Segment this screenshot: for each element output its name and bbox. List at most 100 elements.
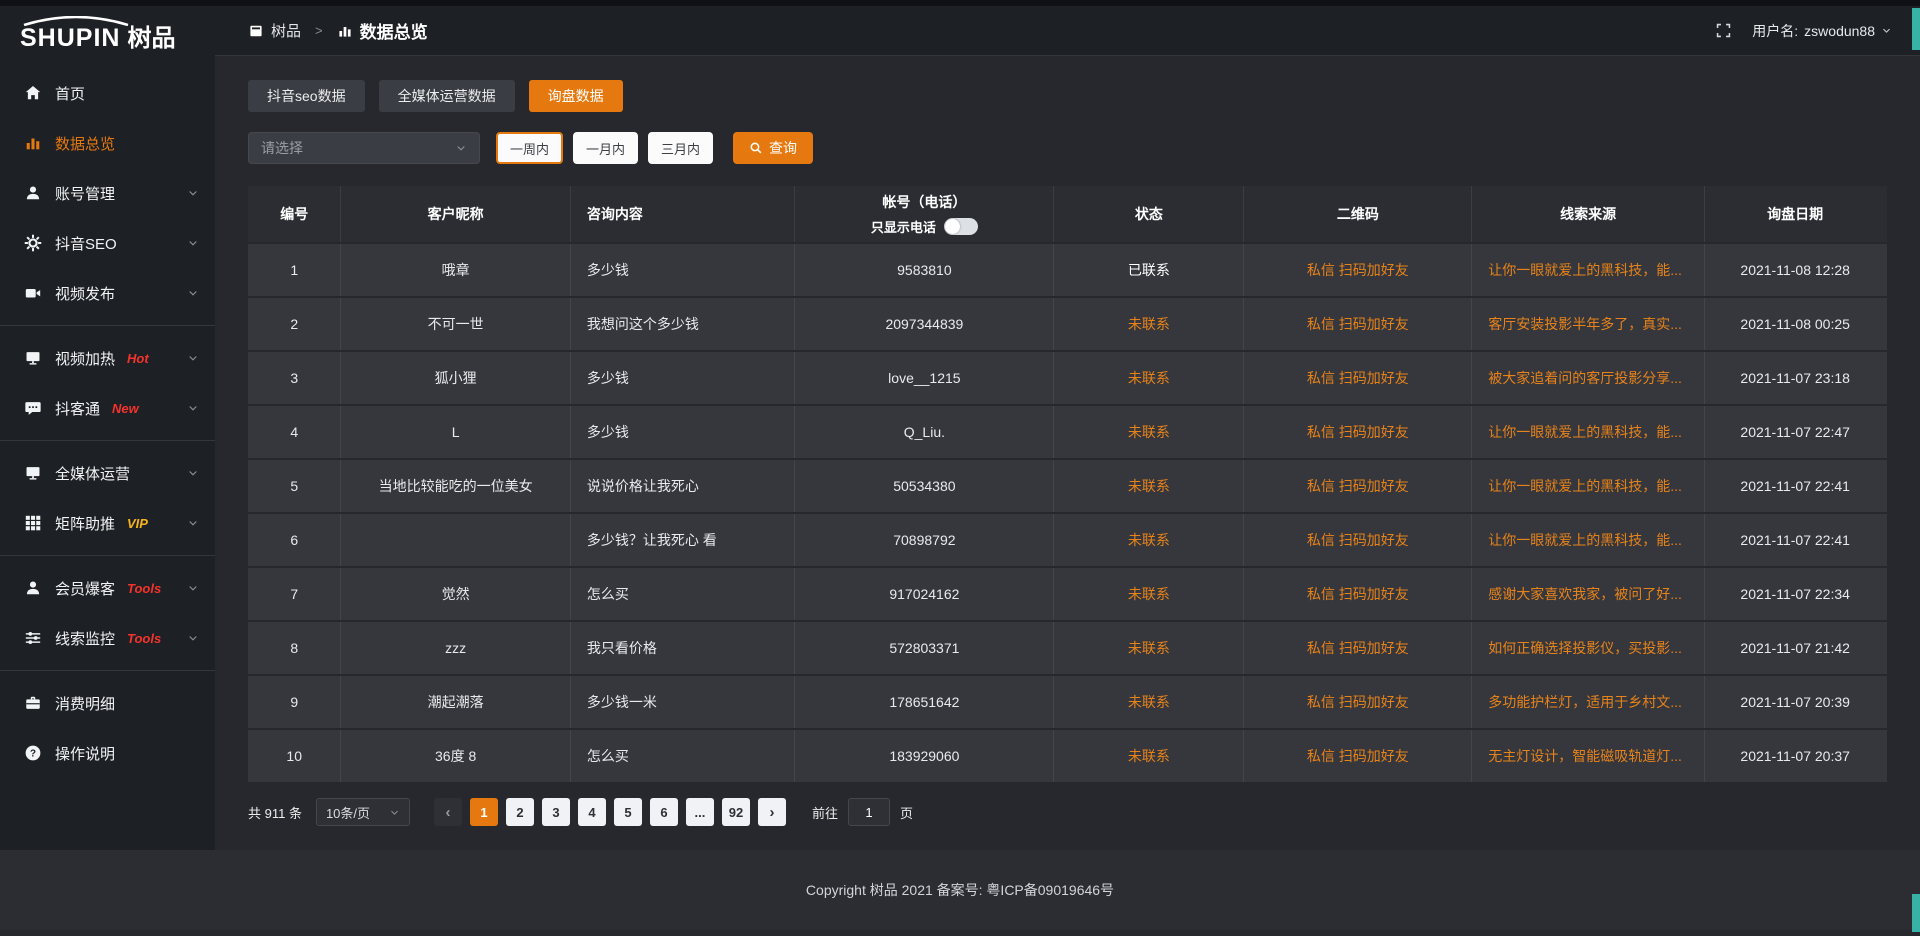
grid-icon <box>24 514 42 532</box>
table-row: 2不可一世我想问这个多少钱2097344839未联系私信 扫码加好友客厅安装投影… <box>248 298 1887 350</box>
screen-icon <box>24 349 42 367</box>
page-button-6[interactable]: 6 <box>650 798 678 826</box>
phone-only-label: 只显示电话 <box>871 217 936 236</box>
chart-icon <box>24 134 42 152</box>
cell-qrcode: 私信 扫码加好友 <box>1244 244 1472 296</box>
tab-inquiry-data[interactable]: 询盘数据 <box>529 80 623 112</box>
cell-account: 50534380 <box>795 460 1054 512</box>
source-link[interactable]: 让你一眼就爱上的黑科技，能... <box>1488 422 1682 442</box>
chevron-down-icon <box>187 352 199 364</box>
chevron-down-icon <box>187 287 199 299</box>
cell-content: 说说价格让我死心 <box>571 460 796 512</box>
user-menu[interactable]: 用户名: zswodun88 <box>1752 21 1892 41</box>
prev-page-button[interactable]: ‹ <box>434 798 462 826</box>
source-link[interactable]: 如何正确选择投影仪，买投影... <box>1488 638 1682 658</box>
sidebar-item-video-publish[interactable]: 视频发布 <box>0 268 215 318</box>
content-area: 抖音seo数据全媒体运营数据询盘数据 请选择 一周内一月内三月内 查询 <box>215 56 1920 850</box>
cell-nickname: 当地比较能吃的一位美女 <box>341 460 570 512</box>
page-button-3[interactable]: 3 <box>542 798 570 826</box>
source-link[interactable]: 让你一眼就爱上的黑科技，能... <box>1488 530 1682 550</box>
sidebar-item-operation-guide[interactable]: ?操作说明 <box>0 728 215 778</box>
sidebar-item-member-burst[interactable]: 会员爆客Tools <box>0 563 215 613</box>
page-size-value: 10条/页 <box>326 803 370 822</box>
cell-nickname-text: 不可一世 <box>428 314 484 334</box>
cell-status-text: 未联系 <box>1128 530 1170 550</box>
scrollbar-thumb-bottom[interactable] <box>1912 894 1920 932</box>
source-link[interactable]: 让你一眼就爱上的黑科技，能... <box>1488 476 1682 496</box>
period-button-quarter[interactable]: 三月内 <box>648 132 713 164</box>
qr-friend-link[interactable]: 私信 扫码加好友 <box>1307 368 1409 388</box>
sidebar-item-video-heating[interactable]: 视频加热Hot <box>0 333 215 383</box>
account-select[interactable]: 请选择 <box>248 132 480 164</box>
cell-date-text: 2021-11-08 12:28 <box>1740 262 1850 278</box>
page-button-4[interactable]: 4 <box>578 798 606 826</box>
qr-friend-link[interactable]: 私信 扫码加好友 <box>1307 584 1409 604</box>
cell-nickname: 狐小狸 <box>341 352 570 404</box>
cell-nickname-text: 当地比较能吃的一位美女 <box>379 476 533 496</box>
page-button-1[interactable]: 1 <box>470 798 498 826</box>
search-button[interactable]: 查询 <box>733 132 813 164</box>
scrollbar[interactable] <box>1912 0 1920 936</box>
qr-friend-link[interactable]: 私信 扫码加好友 <box>1307 746 1409 766</box>
qr-friend-link[interactable]: 私信 扫码加好友 <box>1307 314 1409 334</box>
page-size-select[interactable]: 10条/页 <box>316 798 410 826</box>
sidebar-item-label: 首页 <box>55 83 85 104</box>
app-window-icon <box>248 23 264 39</box>
page-ellipsis-button[interactable]: ... <box>686 798 714 826</box>
source-link[interactable]: 客厅安装投影半年多了，真实... <box>1488 314 1682 334</box>
sidebar-item-account-management[interactable]: 账号管理 <box>0 168 215 218</box>
qr-friend-link[interactable]: 私信 扫码加好友 <box>1307 422 1409 442</box>
fullscreen-icon[interactable] <box>1715 22 1732 39</box>
cell-id-text: 3 <box>290 370 298 386</box>
sidebar-item-home[interactable]: 首页 <box>0 68 215 118</box>
scrollbar-thumb-top[interactable] <box>1912 8 1920 50</box>
cell-nickname: 36度 8 <box>341 730 570 782</box>
qr-friend-link[interactable]: 私信 扫码加好友 <box>1307 476 1409 496</box>
sidebar-item-label: 视频发布 <box>55 283 115 304</box>
goto-page-input[interactable] <box>848 798 890 826</box>
period-button-month[interactable]: 一月内 <box>573 132 638 164</box>
period-button-week[interactable]: 一周内 <box>496 132 563 164</box>
page-button-5[interactable]: 5 <box>614 798 642 826</box>
cell-nickname: 觉然 <box>341 568 570 620</box>
next-page-button[interactable]: › <box>758 798 786 826</box>
qr-friend-link[interactable]: 私信 扫码加好友 <box>1307 638 1409 658</box>
toggle-knob <box>945 219 960 234</box>
cell-nickname-text: 潮起潮落 <box>428 692 484 712</box>
sidebar-item-douyin-seo[interactable]: 抖音SEO <box>0 218 215 268</box>
sidebar-item-clue-monitor[interactable]: 线索监控Tools <box>0 613 215 663</box>
menu-divider <box>0 670 215 671</box>
qr-friend-link[interactable]: 私信 扫码加好友 <box>1307 692 1409 712</box>
copyright-text: Copyright 树品 2021 备案号: 粤ICP备09019646号 <box>806 880 1114 900</box>
sidebar-item-omni-media[interactable]: 全媒体运营 <box>0 448 215 498</box>
page-button-92[interactable]: 92 <box>722 798 750 826</box>
column-header-source: 线索来源 <box>1472 186 1705 242</box>
cell-status-text: 已联系 <box>1128 260 1170 280</box>
sidebar-item-matrix-boost[interactable]: 矩阵助推VIP <box>0 498 215 548</box>
monitor-icon <box>24 464 42 482</box>
cell-date: 2021-11-07 22:41 <box>1705 514 1885 566</box>
source-link[interactable]: 让你一眼就爱上的黑科技，能... <box>1488 260 1682 280</box>
source-link[interactable]: 被大家追着问的客厅投影分享... <box>1488 368 1682 388</box>
source-link[interactable]: 无主灯设计，智能磁吸轨道灯... <box>1488 746 1682 766</box>
tab-omni-media-data[interactable]: 全媒体运营数据 <box>379 80 515 112</box>
filter-bar: 请选择 一周内一月内三月内 查询 <box>248 132 1887 164</box>
phone-only-toggle[interactable] <box>944 218 978 235</box>
breadcrumb-home[interactable]: 树品 <box>271 20 301 41</box>
sidebar-item-doukertong[interactable]: 抖客通New <box>0 383 215 433</box>
source-link[interactable]: 感谢大家喜欢我家，被问了好... <box>1488 584 1682 604</box>
username-label: 用户名: <box>1752 21 1798 41</box>
chevron-down-icon <box>187 187 199 199</box>
qr-friend-link[interactable]: 私信 扫码加好友 <box>1307 260 1409 280</box>
cell-status: 未联系 <box>1054 730 1244 782</box>
qr-friend-link[interactable]: 私信 扫码加好友 <box>1307 530 1409 550</box>
cell-content: 多少钱一米 <box>571 676 796 728</box>
tab-douyin-seo-data[interactable]: 抖音seo数据 <box>248 80 365 112</box>
sidebar-item-label: 矩阵助推 <box>55 513 115 534</box>
sidebar-item-consumption-detail[interactable]: 消费明细 <box>0 678 215 728</box>
source-link[interactable]: 多功能护栏灯，适用于乡村文... <box>1488 692 1682 712</box>
sidebar-item-data-overview[interactable]: 数据总览 <box>0 118 215 168</box>
cell-source: 被大家追着问的客厅投影分享... <box>1472 352 1705 404</box>
page-button-2[interactable]: 2 <box>506 798 534 826</box>
goto-label: 前往 <box>812 803 838 822</box>
